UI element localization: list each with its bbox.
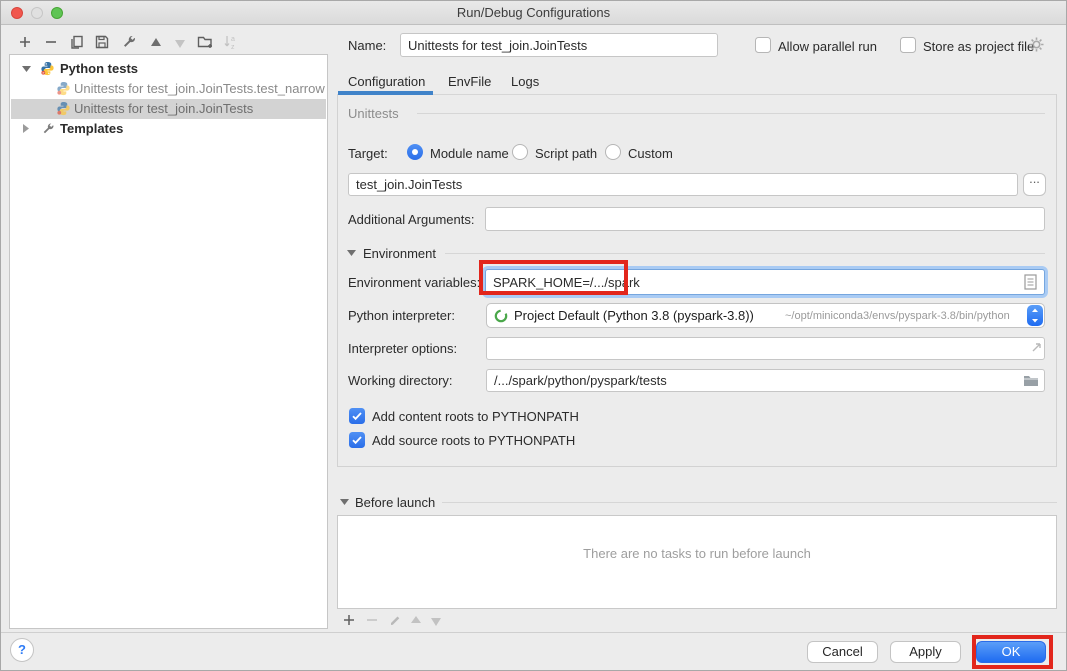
environment-collapse-icon[interactable] [347,250,356,257]
section-separator [445,253,1045,254]
zoom-window-button[interactable] [51,7,63,19]
allow-parallel-run-label: Allow parallel run [778,39,877,54]
before-launch-collapse-icon[interactable] [340,499,349,506]
target-module-input[interactable] [348,173,1018,196]
svg-text:a: a [231,36,235,43]
add-configuration-icon[interactable] [17,34,33,50]
interpreter-value: Project Default (Python 3.8 (pyspark-3.8… [514,308,754,323]
before-launch-task-list[interactable]: There are no tasks to run before launch [337,515,1057,609]
target-script-path-label: Script path [535,146,597,161]
help-button[interactable]: ? [10,638,34,662]
tree-item-label: Templates [60,121,123,136]
interpreter-options-input[interactable] [486,337,1045,360]
target-label: Target: [348,146,388,161]
working-directory-input[interactable] [486,369,1045,392]
edit-variables-icon[interactable] [1024,274,1037,290]
move-down-icon[interactable] [173,38,187,50]
add-content-roots-checkbox[interactable] [349,408,365,424]
before-launch-section-label: Before launch [355,495,435,510]
environment-variables-input[interactable] [485,269,1045,295]
tree-item-python-tests[interactable]: Python tests [11,59,326,79]
tree-item-label: Unittests for test_join.JoinTests.test_n… [74,81,325,96]
move-task-down-icon[interactable] [430,617,442,627]
edit-task-icon[interactable] [388,612,402,626]
tab-logs[interactable]: Logs [511,74,539,89]
environment-variables-label: Environment variables: [348,275,480,290]
tree-item-label: Unittests for test_join.JoinTests [74,101,253,116]
expand-collapse-icon[interactable] [22,65,31,73]
add-task-icon[interactable] [342,613,356,627]
interpreter-options-label: Interpreter options: [348,341,457,356]
store-as-project-file-checkbox[interactable] [900,37,916,53]
run-debug-configurations-dialog: Run/Debug Configurations az Python tests… [0,0,1067,671]
move-up-icon[interactable] [149,36,163,48]
name-label: Name: [348,38,386,53]
allow-parallel-run-checkbox[interactable] [755,37,771,53]
copy-configuration-icon[interactable] [69,34,85,50]
tree-item-unittest-jointests-selected[interactable]: Unittests for test_join.JoinTests [11,99,326,119]
add-source-roots-checkbox[interactable] [349,432,365,448]
section-separator [442,502,1057,503]
before-launch-empty-message: There are no tasks to run before launch [338,546,1056,561]
target-module-name-label: Module name [430,146,509,161]
configurations-tree: Python tests Unittests for test_join.Joi… [9,54,328,629]
gear-icon[interactable] [1028,36,1045,53]
sort-configurations-icon[interactable]: az [223,34,239,50]
edit-templates-icon[interactable] [121,34,137,50]
target-script-path-radio[interactable] [512,144,528,160]
additional-arguments-label: Additional Arguments: [348,212,474,227]
close-window-button[interactable] [11,7,23,19]
apply-button[interactable]: Apply [890,641,961,663]
move-task-up-icon[interactable] [410,615,422,625]
interpreter-path: ~/opt/miniconda3/envs/pyspark-3.8/bin/py… [785,310,1010,322]
environment-section-label: Environment [363,246,436,261]
browse-button[interactable]: ... [1023,173,1046,196]
remove-configuration-icon[interactable] [43,34,59,50]
tab-envfile[interactable]: EnvFile [448,74,491,89]
working-directory-label: Working directory: [348,373,453,388]
expand-field-icon[interactable] [1030,341,1043,354]
remove-task-icon[interactable] [365,613,379,627]
cancel-button[interactable]: Cancel [807,641,878,663]
target-custom-label: Custom [628,146,673,161]
title-bar: Run/Debug Configurations [1,1,1066,25]
minimize-window-button[interactable] [31,7,43,19]
select-stepper-icon[interactable] [1027,305,1043,326]
python-interpreter-select[interactable]: Project Default (Python 3.8 (pyspark-3.8… [486,303,1045,328]
group-separator [417,113,1045,114]
add-source-roots-label: Add source roots to PYTHONPATH [372,433,575,448]
name-input[interactable] [400,33,718,57]
target-module-name-radio[interactable] [407,144,423,160]
templates-icon [41,122,55,136]
footer-divider [1,632,1067,633]
tree-item-label: Python tests [60,61,138,76]
add-content-roots-label: Add content roots to PYTHONPATH [372,409,579,424]
tree-item-unittest-narrow[interactable]: Unittests for test_join.JoinTests.test_n… [11,79,326,99]
ok-button[interactable]: OK [976,641,1046,663]
store-as-project-file-label: Store as project file [923,39,1034,54]
window-title: Run/Debug Configurations [1,1,1066,24]
browse-folder-icon[interactable] [1023,374,1039,387]
tab-configuration[interactable]: Configuration [348,74,425,89]
python-test-icon [56,81,71,96]
svg-text:z: z [231,44,235,50]
target-custom-radio[interactable] [605,144,621,160]
additional-arguments-input[interactable] [485,207,1045,231]
python-test-icon [56,101,71,116]
save-configuration-icon[interactable] [94,34,110,50]
python-interpreter-label: Python interpreter: [348,308,455,323]
tree-item-templates[interactable]: Templates [11,119,326,139]
new-folder-icon[interactable] [197,34,215,50]
conda-environment-icon [494,309,508,323]
python-tests-icon [40,61,55,76]
expand-icon[interactable] [22,124,30,134]
unittests-group-label: Unittests [348,106,399,121]
